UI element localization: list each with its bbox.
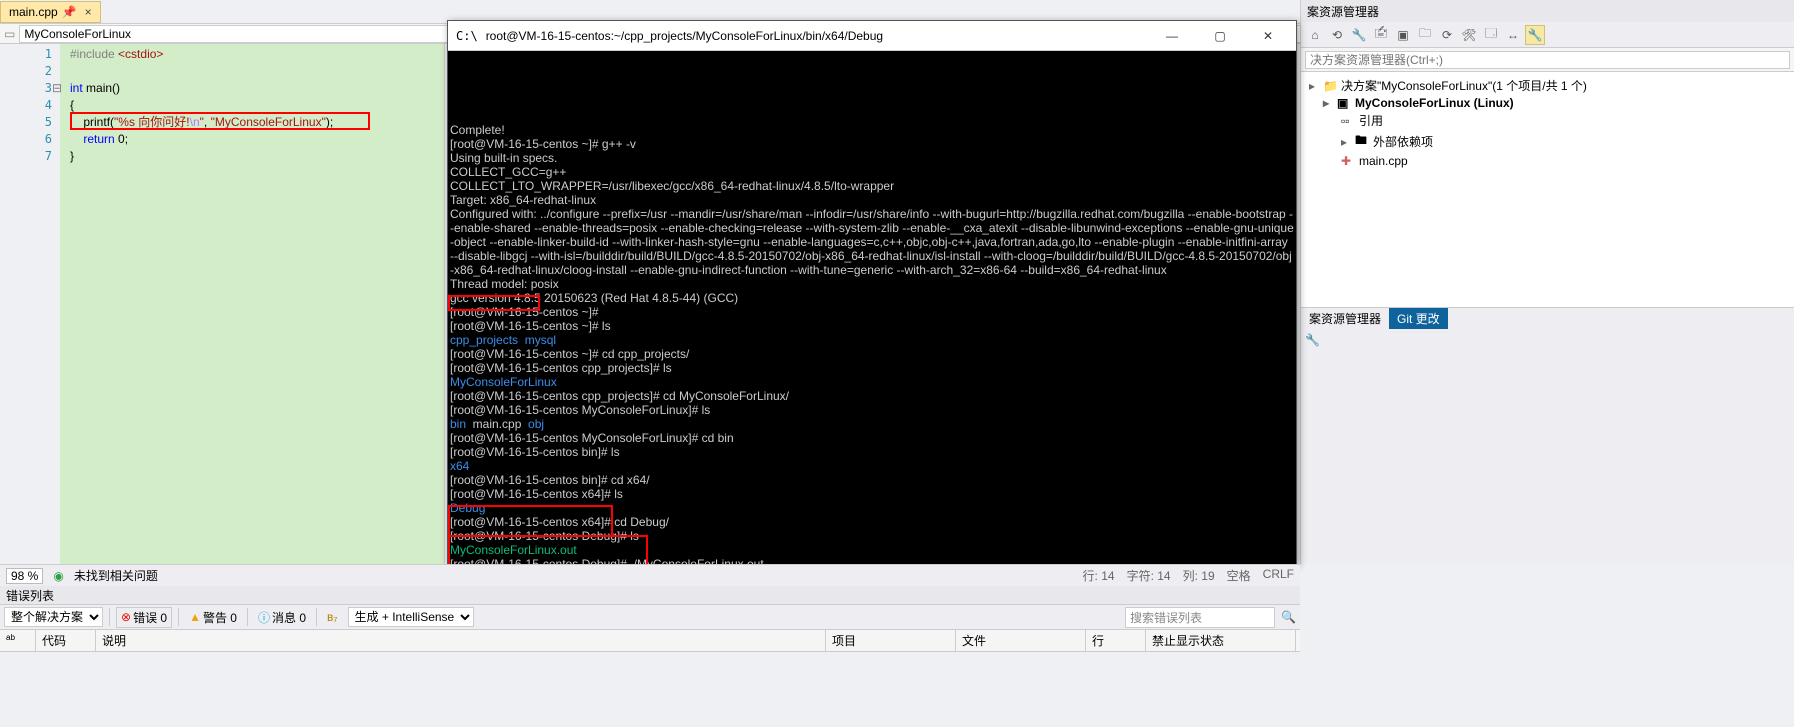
errorlist-columns: ᵃᵇ代码说明项目文件行禁止显示状态	[0, 630, 1300, 652]
sol-toolbar-btn-9[interactable]: ↔	[1503, 25, 1523, 45]
minimize-button[interactable]: —	[1152, 22, 1192, 50]
errors-filter[interactable]: ⊗错误 0	[116, 607, 172, 628]
git-changes-panel: 🔧	[1301, 329, 1794, 564]
solution-toolbar: ⌂⟲🔧🖆▣🗀⟳🛠🗔↔🔧	[1301, 22, 1794, 48]
errorlist-scope-select[interactable]: 整个解决方案	[4, 607, 103, 627]
solution-tree: ▸📁决方案"MyConsoleForLinux"(1 个项目/共 1 个) ▸▣…	[1301, 72, 1794, 307]
fold-icon[interactable]: ⊟	[52, 80, 62, 97]
messages-filter[interactable]: ⓘ消息 0	[254, 608, 310, 627]
solution-tabs: 案资源管理器 Git 更改	[1301, 307, 1794, 329]
project-node[interactable]: ▸▣MyConsoleForLinux (Linux)	[1305, 95, 1790, 111]
terminal-title: root@VM-16-15-centos:~/cpp_projects/MyCo…	[486, 29, 1144, 43]
errorlist-col-3[interactable]: 项目	[826, 630, 956, 651]
warnings-filter[interactable]: ▲警告 0	[185, 608, 241, 627]
solution-explorer: 案资源管理器 ⌂⟲🔧🖆▣🗀⟳🛠🗔↔🔧 ▸📁决方案"MyConsoleForLin…	[1300, 0, 1794, 564]
external-deps-node[interactable]: ▸🖿外部依赖项	[1305, 130, 1790, 153]
status-no-problems: 未找到相关问题	[74, 567, 158, 584]
terminal-content[interactable]: Complete![root@VM-16-15-centos ~]# g++ -…	[448, 51, 1296, 565]
zoom-level[interactable]: 98 %	[6, 568, 43, 584]
sol-toolbar-btn-8[interactable]: 🗔	[1481, 25, 1501, 45]
sol-toolbar-btn-10[interactable]: 🔧	[1525, 25, 1545, 45]
sol-toolbar-btn-0[interactable]: ⌂	[1305, 25, 1325, 45]
errorlist-toolbar: 整个解决方案 ⊗错误 0 ▲警告 0 ⓘ消息 0 ʙ₇ 生成 + Intelli…	[0, 604, 1300, 630]
errorlist-col-0[interactable]: ᵃᵇ	[0, 630, 36, 651]
sol-toolbar-btn-7[interactable]: 🛠	[1459, 25, 1479, 45]
solution-root[interactable]: ▸📁决方案"MyConsoleForLinux"(1 个项目/共 1 个)	[1305, 76, 1790, 95]
sol-toolbar-btn-3[interactable]: 🖆	[1371, 25, 1391, 45]
pin-icon[interactable]: 📌	[62, 5, 77, 19]
solution-search	[1301, 48, 1794, 72]
build-intellisense-select[interactable]: 生成 + IntelliSense	[348, 607, 474, 627]
errorlist-search[interactable]: 搜索错误列表	[1125, 607, 1275, 628]
tab-solution-explorer[interactable]: 案资源管理器	[1301, 308, 1389, 329]
maximize-button[interactable]: ▢	[1200, 22, 1240, 50]
terminal-window: C:\ root@VM-16-15-centos:~/cpp_projects/…	[447, 20, 1297, 564]
build-filter-icon[interactable]: ʙ₇	[323, 609, 342, 625]
errorlist-col-1[interactable]: 代码	[36, 630, 96, 651]
errorlist-col-2[interactable]: 说明	[96, 630, 826, 651]
sol-toolbar-btn-2[interactable]: 🔧	[1349, 25, 1369, 45]
status-row: 行: 14	[1083, 567, 1115, 584]
include-directive: #include	[70, 47, 118, 61]
errorlist-col-5[interactable]: 行	[1086, 630, 1146, 651]
sol-toolbar-btn-6[interactable]: ⟳	[1437, 25, 1457, 45]
solution-search-input[interactable]	[1305, 51, 1790, 69]
line-numbers: 1234567	[0, 44, 60, 564]
status-check-icon: ◉	[53, 569, 63, 583]
code-editor[interactable]: 1234567 #include <cstdio> ⊟int main() { …	[0, 44, 445, 564]
errorlist-col-4[interactable]: 文件	[956, 630, 1086, 651]
status-spaces: 空格	[1227, 567, 1251, 584]
sol-toolbar-btn-4[interactable]: ▣	[1393, 25, 1413, 45]
status-col: 列: 19	[1183, 567, 1215, 584]
code-area[interactable]: #include <cstdio> ⊟int main() { printf("…	[60, 44, 444, 564]
wrench-icon[interactable]: 🔧	[1305, 333, 1320, 347]
status-bar: 98 % ◉ 未找到相关问题 行: 14 字符: 14 列: 19 空格 CRL…	[0, 564, 1300, 586]
document-tab-main-cpp[interactable]: main.cpp 📌 ×	[0, 1, 101, 23]
search-icon[interactable]: 🔍	[1281, 610, 1296, 624]
sol-toolbar-btn-1[interactable]: ⟲	[1327, 25, 1347, 45]
include-header: <cstdio>	[118, 47, 163, 61]
file-main-cpp[interactable]: ✚main.cpp	[1305, 153, 1790, 169]
close-button[interactable]: ✕	[1248, 22, 1288, 50]
terminal-icon: C:\	[456, 29, 478, 43]
sol-toolbar-btn-5[interactable]: 🗀	[1415, 25, 1435, 45]
errorlist-col-6[interactable]: 禁止显示状态	[1146, 630, 1296, 651]
status-char: 字符: 14	[1127, 567, 1171, 584]
close-icon[interactable]: ×	[85, 5, 92, 19]
tab-title: main.cpp	[9, 5, 58, 19]
panel-title: 案资源管理器	[1301, 0, 1794, 22]
errorlist-title: 错误列表	[0, 586, 1300, 604]
terminal-titlebar[interactable]: C:\ root@VM-16-15-centos:~/cpp_projects/…	[448, 21, 1296, 51]
project-icon: ▭	[4, 27, 15, 41]
tab-git-changes[interactable]: Git 更改	[1389, 308, 1448, 329]
status-crlf: CRLF	[1263, 567, 1294, 584]
references-node[interactable]: ▫▫引用	[1305, 111, 1790, 130]
